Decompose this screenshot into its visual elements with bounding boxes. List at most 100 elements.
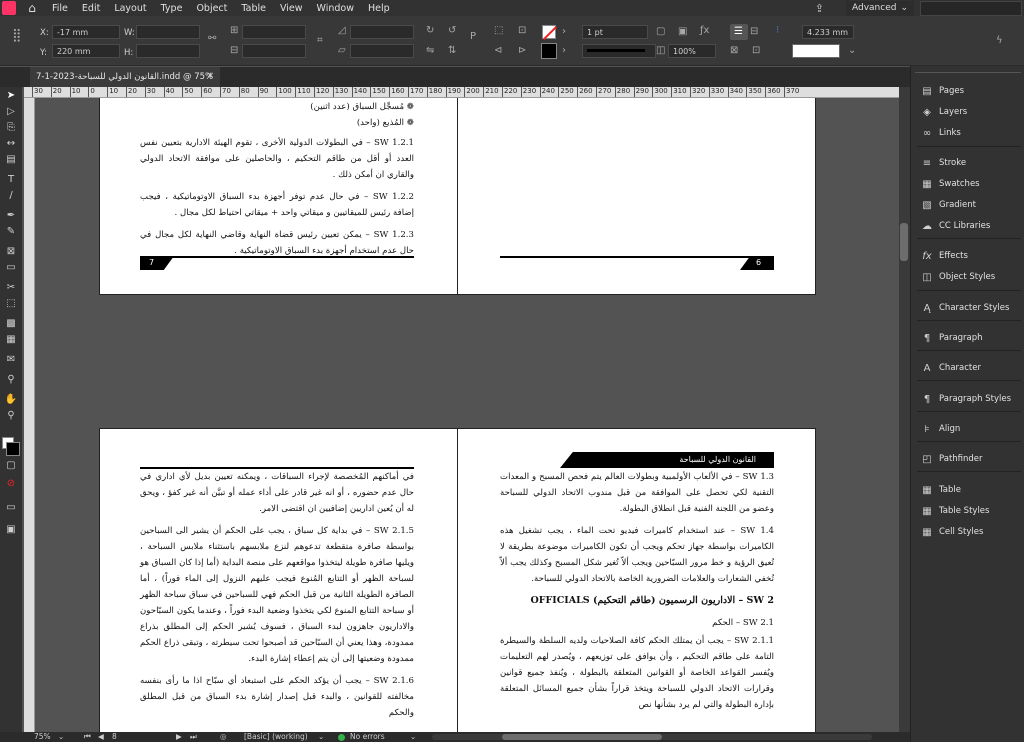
close-icon[interactable]: ×: [207, 71, 214, 81]
rotate-cw-icon[interactable]: ↻: [426, 26, 434, 36]
select-next-icon[interactable]: ⊳: [518, 46, 526, 56]
note-tool-icon[interactable]: ✉: [3, 353, 19, 367]
preflight-profile[interactable]: [Basic] (working): [244, 732, 308, 742]
panel-paragraph-styles[interactable]: ¶ Paragraph Styles: [911, 390, 1024, 408]
menu-window[interactable]: Window: [310, 3, 361, 14]
formatting-container-icon[interactable]: ▢: [3, 459, 19, 473]
horizontal-ruler[interactable]: 30 20 10 0 10 20 30 40 50 60 70 80 90 100 110 120 130 140…: [24, 87, 899, 98]
constrain-scale-icon[interactable]: ⌗: [317, 36, 323, 46]
last-page-icon[interactable]: ⏭: [190, 732, 197, 742]
stroke-weight-field[interactable]: 1 pt: [582, 25, 648, 39]
panel-table[interactable]: ▦ Table: [911, 481, 1024, 499]
stroke-swatch[interactable]: [541, 43, 557, 59]
free-transform-tool-icon[interactable]: ⬚: [3, 297, 19, 311]
preflight-errors[interactable]: No errors: [350, 732, 385, 742]
share-icon[interactable]: ⇪: [815, 2, 824, 15]
panel-cc-libraries[interactable]: ☁ CC Libraries: [911, 217, 1024, 235]
scale-y-field[interactable]: [242, 44, 306, 58]
line-tool-icon[interactable]: /: [3, 189, 19, 203]
page-7[interactable]: ❁ مُسجِّل السباق (عدد اثنين) ❁ المُذيع (…: [99, 98, 458, 295]
rotate-field[interactable]: [350, 25, 414, 39]
panel-grip[interactable]: [915, 72, 1021, 76]
page-8-text-frame[interactable]: SW 1.3 – في الألعاب الأولمبية وبطولات ال…: [500, 469, 774, 719]
open-page-icon[interactable]: ◎: [220, 732, 227, 742]
previous-page-icon[interactable]: ◀: [98, 732, 104, 742]
flip-v-icon[interactable]: ⇅: [448, 46, 456, 56]
preview-mode-icon[interactable]: ▣: [3, 523, 19, 537]
panel-pathfinder[interactable]: ◰ Pathfinder: [911, 450, 1024, 468]
panel-character[interactable]: A Character: [911, 359, 1024, 377]
document-tab[interactable]: 7-1-2023-القانون الدولي للسباحة.indd @ 7…: [30, 67, 220, 87]
menu-file[interactable]: File: [45, 3, 75, 14]
scale-x-field[interactable]: [242, 25, 306, 39]
menu-type[interactable]: Type: [154, 3, 190, 14]
shear-icon[interactable]: ▱: [338, 46, 346, 56]
flip-p-icon[interactable]: P: [470, 32, 476, 42]
auto-fit-label-icon[interactable]: ⊡: [752, 46, 760, 56]
page-9-text-frame[interactable]: في أماكنهم المُخصصة لإجراء السباقات ، وي…: [140, 469, 414, 727]
page-7-text-frame[interactable]: ❁ مُسجِّل السباق (عدد اثنين) ❁ المُذيع (…: [140, 99, 414, 265]
corner-shape-icon[interactable]: ▢: [656, 27, 665, 37]
quick-actions-icon[interactable]: ϟ: [996, 36, 1003, 46]
selection-tool-icon[interactable]: ➤: [3, 89, 19, 103]
zoom-tool-icon[interactable]: ⚲: [3, 409, 19, 423]
gap-field[interactable]: 4.233 mm: [802, 25, 854, 39]
apply-none-icon[interactable]: ⊘: [3, 477, 19, 491]
menu-help[interactable]: Help: [361, 3, 397, 14]
scissors-tool-icon[interactable]: ✂: [3, 281, 19, 295]
rotate-ccw-icon[interactable]: ↺: [448, 26, 456, 36]
pen-tool-icon[interactable]: ✒: [3, 209, 19, 223]
scale-x-icon[interactable]: ⊞: [230, 26, 238, 36]
gradient-feather-tool-icon[interactable]: ▦: [3, 333, 19, 347]
x-field[interactable]: -17 mm: [52, 25, 120, 39]
rectangle-tool-icon[interactable]: ▭: [3, 261, 19, 275]
panel-stroke[interactable]: ≡ Stroke: [911, 154, 1024, 172]
panel-align[interactable]: ⊧ Align: [911, 420, 1024, 438]
menu-view[interactable]: View: [273, 3, 310, 14]
panel-links[interactable]: ∞ Links: [911, 124, 1024, 142]
reference-point-icon[interactable]: ⣿: [12, 29, 22, 42]
panel-cell-styles[interactable]: ▦ Cell Styles: [911, 523, 1024, 541]
opacity-field[interactable]: 100%: [668, 44, 716, 58]
panel-effects[interactable]: fx Effects: [911, 247, 1024, 265]
rectangle-frame-tool-icon[interactable]: ⊠: [3, 245, 19, 259]
hand-tool-icon[interactable]: ✋: [3, 393, 19, 407]
direct-selection-tool-icon[interactable]: ▷: [3, 105, 19, 119]
next-page-icon[interactable]: ▶: [176, 732, 182, 742]
constrain-proportions-icon[interactable]: ⚯: [208, 34, 216, 44]
swatch-menu-icon[interactable]: ⌄: [848, 46, 856, 56]
select-content-icon[interactable]: ⊡: [518, 26, 526, 36]
shear-field[interactable]: [350, 44, 414, 58]
opacity-icon[interactable]: ▣: [678, 27, 687, 37]
panel-pages[interactable]: ▤ Pages: [911, 82, 1024, 100]
h-field[interactable]: [136, 44, 200, 58]
rotate-icon[interactable]: ◿: [338, 26, 346, 36]
swatch-preview[interactable]: [792, 44, 840, 58]
first-page-icon[interactable]: ⏮: [84, 732, 91, 742]
page-field[interactable]: 8: [112, 732, 117, 742]
stroke-menu-icon[interactable]: ›: [562, 46, 566, 56]
preflight-menu-icon[interactable]: ⌄: [410, 732, 416, 742]
page-tool-icon[interactable]: ⎘: [3, 121, 19, 135]
text-wrap-button[interactable]: ☰: [730, 24, 748, 40]
content-collector-icon[interactable]: ▤: [3, 153, 19, 167]
scale-y-icon[interactable]: ⊟: [230, 46, 238, 56]
panel-character-styles[interactable]: Ą Character Styles: [911, 299, 1024, 317]
page-8[interactable]: القانون الدولي للسباحة SW 1.3 – في الألع…: [457, 428, 816, 732]
type-tool-icon[interactable]: T: [3, 173, 19, 187]
panel-swatches[interactable]: ▦ Swatches: [911, 175, 1024, 193]
screen-mode-icon[interactable]: ▭: [3, 501, 19, 515]
stroke-color-icon[interactable]: [6, 442, 20, 456]
menu-object[interactable]: Object: [189, 3, 234, 14]
fill-menu-icon[interactable]: ›: [562, 27, 566, 37]
menu-edit[interactable]: Edit: [75, 3, 107, 14]
fill-swatch[interactable]: [542, 25, 557, 40]
auto-fit-icon[interactable]: ⊠: [730, 46, 738, 56]
gradient-swatch-tool-icon[interactable]: ▩: [3, 317, 19, 331]
y-field[interactable]: 220 mm: [52, 44, 120, 58]
gap-tool-icon[interactable]: ⁝: [776, 26, 779, 36]
menu-table[interactable]: Table: [234, 3, 273, 14]
document-canvas[interactable]: ❁ مُسجِّل السباق (عدد اثنين) ❁ المُذيع (…: [35, 98, 897, 732]
effects-icon[interactable]: ƒx: [700, 26, 709, 36]
scrollbar-thumb[interactable]: [502, 734, 662, 740]
